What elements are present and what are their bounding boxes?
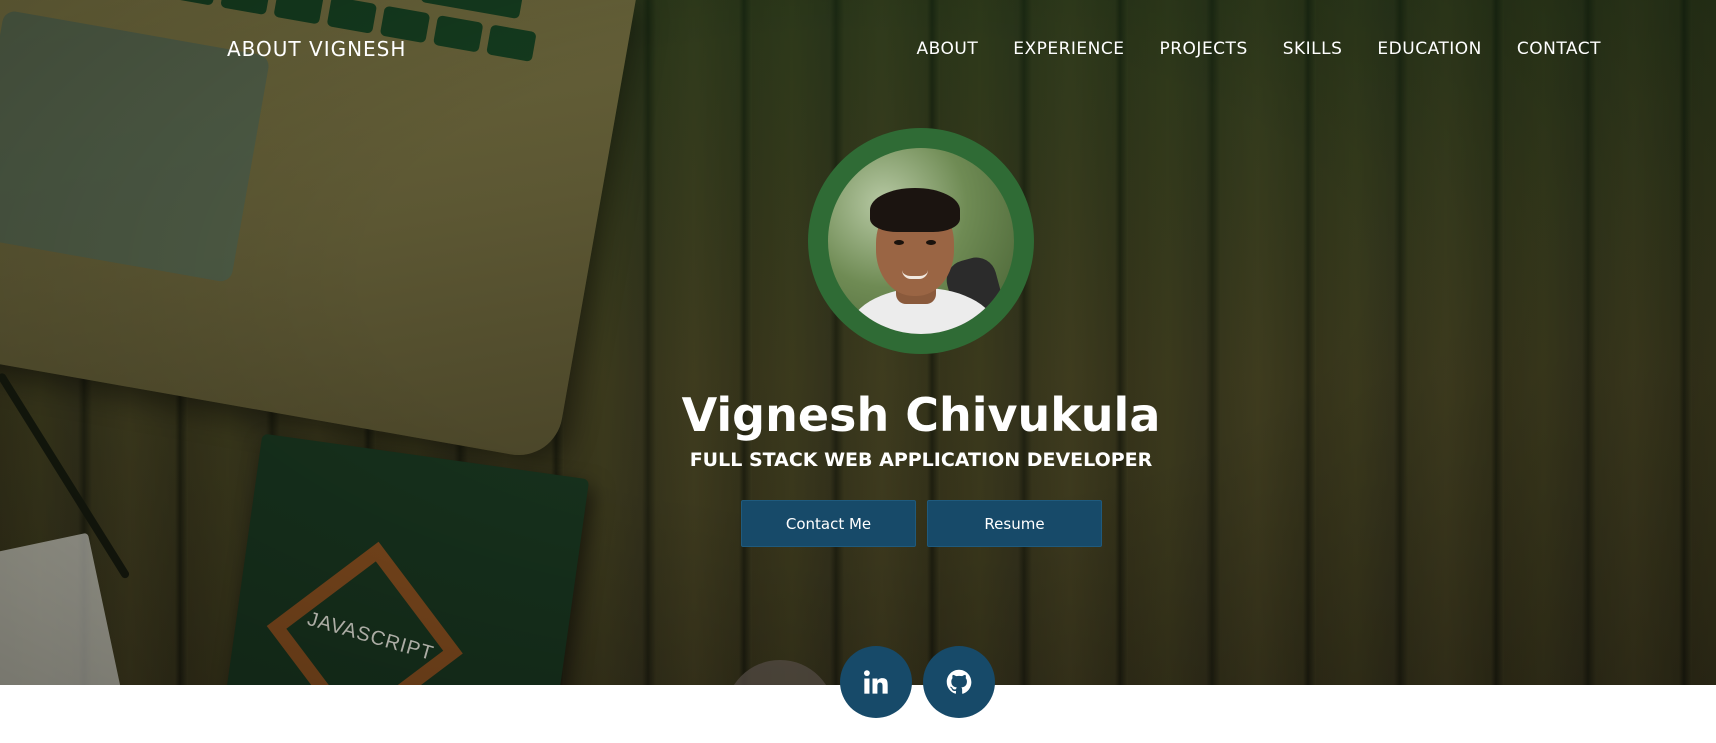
- nav-link-contact[interactable]: CONTACT: [1517, 39, 1601, 59]
- hero-background: JAVASCRIPT: [0, 0, 1716, 685]
- brand-link[interactable]: ABOUT VIGNESH: [227, 37, 406, 61]
- nav-link-about[interactable]: ABOUT: [917, 39, 979, 59]
- nav-item-contact: CONTACT: [1517, 39, 1601, 59]
- github-link[interactable]: [923, 646, 995, 718]
- resume-button[interactable]: Resume: [927, 500, 1102, 547]
- linkedin-link[interactable]: [840, 646, 912, 718]
- nav-links: ABOUT EXPERIENCE PROJECTS SKILLS EDUCATI…: [917, 39, 1602, 59]
- nav-link-education[interactable]: EDUCATION: [1377, 39, 1481, 59]
- github-icon: [946, 669, 972, 694]
- book-title: JAVASCRIPT: [304, 607, 437, 666]
- avatar-ring: [808, 128, 1034, 354]
- nav-item-about: ABOUT: [917, 39, 979, 59]
- nav-link-experience[interactable]: EXPERIENCE: [1013, 39, 1124, 59]
- contact-me-button[interactable]: Contact Me: [741, 500, 916, 547]
- avatar: [828, 148, 1014, 334]
- profile-tagline: FULL STACK WEB APPLICATION DEVELOPER: [689, 449, 1153, 471]
- notepad-image: [0, 532, 130, 685]
- nav-link-projects[interactable]: PROJECTS: [1159, 39, 1247, 59]
- cup-image: [725, 660, 835, 685]
- linkedin-icon: [863, 670, 888, 694]
- nav-item-projects: PROJECTS: [1159, 39, 1247, 59]
- profile-name: Vignesh Chivukula: [681, 388, 1161, 442]
- nav-link-skills[interactable]: SKILLS: [1283, 39, 1343, 59]
- top-navigation: ABOUT VIGNESH ABOUT EXPERIENCE PROJECTS …: [0, 0, 1716, 96]
- nav-item-education: EDUCATION: [1377, 39, 1481, 59]
- nav-item-experience: EXPERIENCE: [1013, 39, 1124, 59]
- book-image: JAVASCRIPT: [220, 433, 590, 685]
- nav-item-skills: SKILLS: [1283, 39, 1343, 59]
